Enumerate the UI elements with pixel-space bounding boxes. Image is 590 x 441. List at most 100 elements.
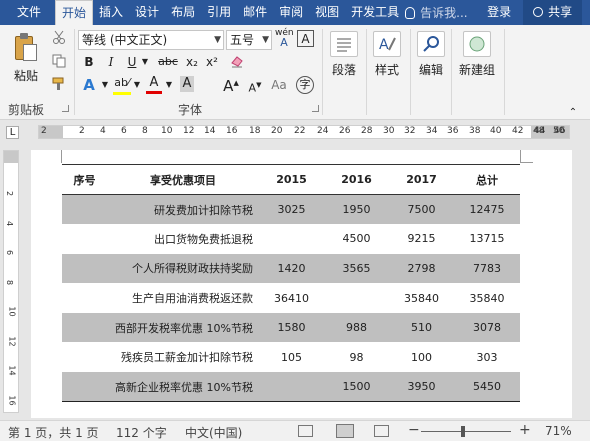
row-item-cell[interactable]: 西部开发税率优惠 10%节税 xyxy=(107,312,259,343)
row-2016-cell[interactable]: 98 xyxy=(324,342,389,372)
row-2017-cell[interactable]: 3950 xyxy=(389,372,454,403)
copy-icon[interactable] xyxy=(50,54,68,72)
chevron-down-icon[interactable]: ▼ xyxy=(132,77,142,93)
tab-review[interactable]: 审阅 xyxy=(273,0,309,25)
row-no-cell[interactable] xyxy=(62,224,107,254)
row-total-cell[interactable]: 5450 xyxy=(454,372,520,403)
row-total-cell[interactable]: 3078 xyxy=(454,312,520,343)
enclose-characters-button[interactable]: 字 xyxy=(296,76,314,94)
zoom-in-button[interactable]: + xyxy=(519,422,531,438)
row-2017-cell[interactable]: 510 xyxy=(389,312,454,343)
row-total-cell[interactable]: 12475 xyxy=(454,194,520,225)
font-name-select[interactable]: 等线 (中文正文) ▼ xyxy=(78,30,224,50)
row-2015-cell[interactable]: 3025 xyxy=(259,194,324,225)
language-indicator[interactable]: 中文(中国) xyxy=(185,424,242,441)
zoom-level[interactable]: 71% xyxy=(545,424,572,438)
row-item-cell[interactable]: 高新企业税率优惠 10%节税 xyxy=(107,372,259,403)
row-2016-cell[interactable]: 3565 xyxy=(324,253,389,284)
clear-formatting-icon[interactable] xyxy=(229,54,245,72)
phonetic-guide-button[interactable]: wén A xyxy=(275,29,294,49)
row-total-cell[interactable]: 7783 xyxy=(454,253,520,284)
zoom-slider-thumb[interactable] xyxy=(461,426,465,437)
table-row[interactable]: 高新企业税率优惠 10%节税 1500 3950 5450 xyxy=(62,372,520,403)
italic-button[interactable]: I xyxy=(104,54,118,70)
print-layout-icon[interactable] xyxy=(336,424,354,438)
font-size-select[interactable]: 五号 ▼ xyxy=(226,30,272,50)
row-no-cell[interactable] xyxy=(62,283,107,313)
cut-icon[interactable] xyxy=(50,30,68,48)
word-count[interactable]: 112 个字 xyxy=(116,424,167,441)
zoom-out-button[interactable]: − xyxy=(408,422,420,438)
chevron-down-icon[interactable]: ▼ xyxy=(100,77,110,93)
table-row[interactable]: 出口货物免费抵退税 4500 9215 13715 xyxy=(62,224,520,254)
row-2017-cell[interactable]: 35840 xyxy=(389,283,454,313)
row-no-cell[interactable] xyxy=(62,372,107,403)
row-2017-cell[interactable]: 9215 xyxy=(389,224,454,254)
row-item-cell[interactable]: 残疾员工薪金加计扣除节税 xyxy=(107,342,259,372)
row-item-cell[interactable]: 出口货物免费抵退税 xyxy=(107,224,259,254)
font-color-button[interactable]: A xyxy=(146,75,162,94)
tab-design[interactable]: 设计 xyxy=(129,0,165,25)
login-button[interactable]: 登录 xyxy=(481,0,523,25)
row-2015-cell[interactable] xyxy=(259,372,324,403)
paragraph-button[interactable]: 段落 xyxy=(327,31,361,78)
row-2016-cell[interactable]: 1500 xyxy=(324,372,389,403)
row-no-cell[interactable] xyxy=(62,194,107,225)
row-2015-cell[interactable] xyxy=(259,224,324,254)
row-item-cell[interactable]: 个人所得税财政扶持奖励 xyxy=(107,253,259,284)
tax-benefit-table[interactable]: 序号 享受优惠项目 2015 2016 2017 总计 研发费加计扣除节税 302… xyxy=(62,164,520,403)
chevron-down-icon[interactable]: ▼ xyxy=(164,77,174,93)
table-row[interactable]: 生产自用油消费税返还款 36410 35840 35840 xyxy=(62,283,520,313)
share-button[interactable]: 共享 xyxy=(523,0,583,25)
read-mode-icon[interactable] xyxy=(298,425,313,437)
row-2015-cell[interactable]: 1580 xyxy=(259,312,324,343)
styles-button[interactable]: A 样式 xyxy=(370,31,404,78)
grow-font-button[interactable]: A▲ xyxy=(222,75,240,94)
chevron-down-icon[interactable]: ▼ xyxy=(140,54,150,70)
row-2016-cell[interactable]: 4500 xyxy=(324,224,389,254)
clipboard-launcher-icon[interactable] xyxy=(62,105,69,112)
row-no-cell[interactable] xyxy=(62,312,107,343)
tab-layout[interactable]: 布局 xyxy=(165,0,201,25)
tab-file[interactable]: 文件 xyxy=(0,0,49,25)
tab-insert[interactable]: 插入 xyxy=(93,0,129,25)
row-2016-cell[interactable]: 988 xyxy=(324,312,389,343)
tab-references[interactable]: 引用 xyxy=(201,0,237,25)
vertical-ruler[interactable]: 24681012141618 xyxy=(3,150,19,435)
shrink-font-button[interactable]: A▼ xyxy=(246,77,264,97)
row-no-cell[interactable] xyxy=(62,253,107,284)
highlight-button[interactable]: ab⁄ xyxy=(113,75,131,95)
row-2016-cell[interactable] xyxy=(324,283,389,313)
page-count[interactable]: 第 1 页，共 1 页 xyxy=(8,424,99,441)
web-layout-icon[interactable] xyxy=(374,425,389,437)
underline-button[interactable]: U xyxy=(125,54,139,70)
zoom-slider[interactable] xyxy=(421,431,511,432)
paste-button[interactable]: 粘贴 xyxy=(8,33,44,84)
row-total-cell[interactable]: 13715 xyxy=(454,224,520,254)
row-2015-cell[interactable]: 36410 xyxy=(259,283,324,313)
row-2017-cell[interactable]: 2798 xyxy=(389,253,454,284)
format-painter-icon[interactable] xyxy=(50,77,68,95)
row-item-cell[interactable]: 研发费加计扣除节税 xyxy=(107,194,259,225)
table-row[interactable]: 西部开发税率优惠 10%节税 1580 988 510 3078 xyxy=(62,312,520,343)
tab-mailings[interactable]: 邮件 xyxy=(237,0,273,25)
row-2017-cell[interactable]: 7500 xyxy=(389,194,454,225)
new-group-button[interactable]: 新建组 xyxy=(455,31,499,78)
row-item-cell[interactable]: 生产自用油消费税返还款 xyxy=(107,283,259,313)
table-row[interactable]: 研发费加计扣除节税 3025 1950 7500 12475 xyxy=(62,194,520,225)
row-no-cell[interactable] xyxy=(62,342,107,372)
row-2017-cell[interactable]: 100 xyxy=(389,342,454,372)
bold-button[interactable]: B xyxy=(82,54,96,70)
subscript-button[interactable]: x₂ xyxy=(184,54,200,70)
row-2016-cell[interactable]: 1950 xyxy=(324,194,389,225)
editing-button[interactable]: 编辑 xyxy=(414,31,448,78)
tell-me-search[interactable]: 告诉我... xyxy=(399,0,481,25)
character-shading-button[interactable]: A xyxy=(180,76,194,92)
table-row[interactable]: 个人所得税财政扶持奖励 1420 3565 2798 7783 xyxy=(62,253,520,284)
strikethrough-button[interactable]: abc xyxy=(156,54,180,70)
tab-developer[interactable]: 开发工具 xyxy=(345,0,399,25)
font-launcher-icon[interactable] xyxy=(312,105,319,112)
text-effects-button[interactable]: A xyxy=(80,77,98,93)
row-total-cell[interactable]: 35840 xyxy=(454,283,520,313)
horizontal-ruler[interactable]: L 2 2 4 6 8 10 12 14 16 18 20 22 24 26 28 30 32 34 36 38 40 4… xyxy=(0,121,590,143)
